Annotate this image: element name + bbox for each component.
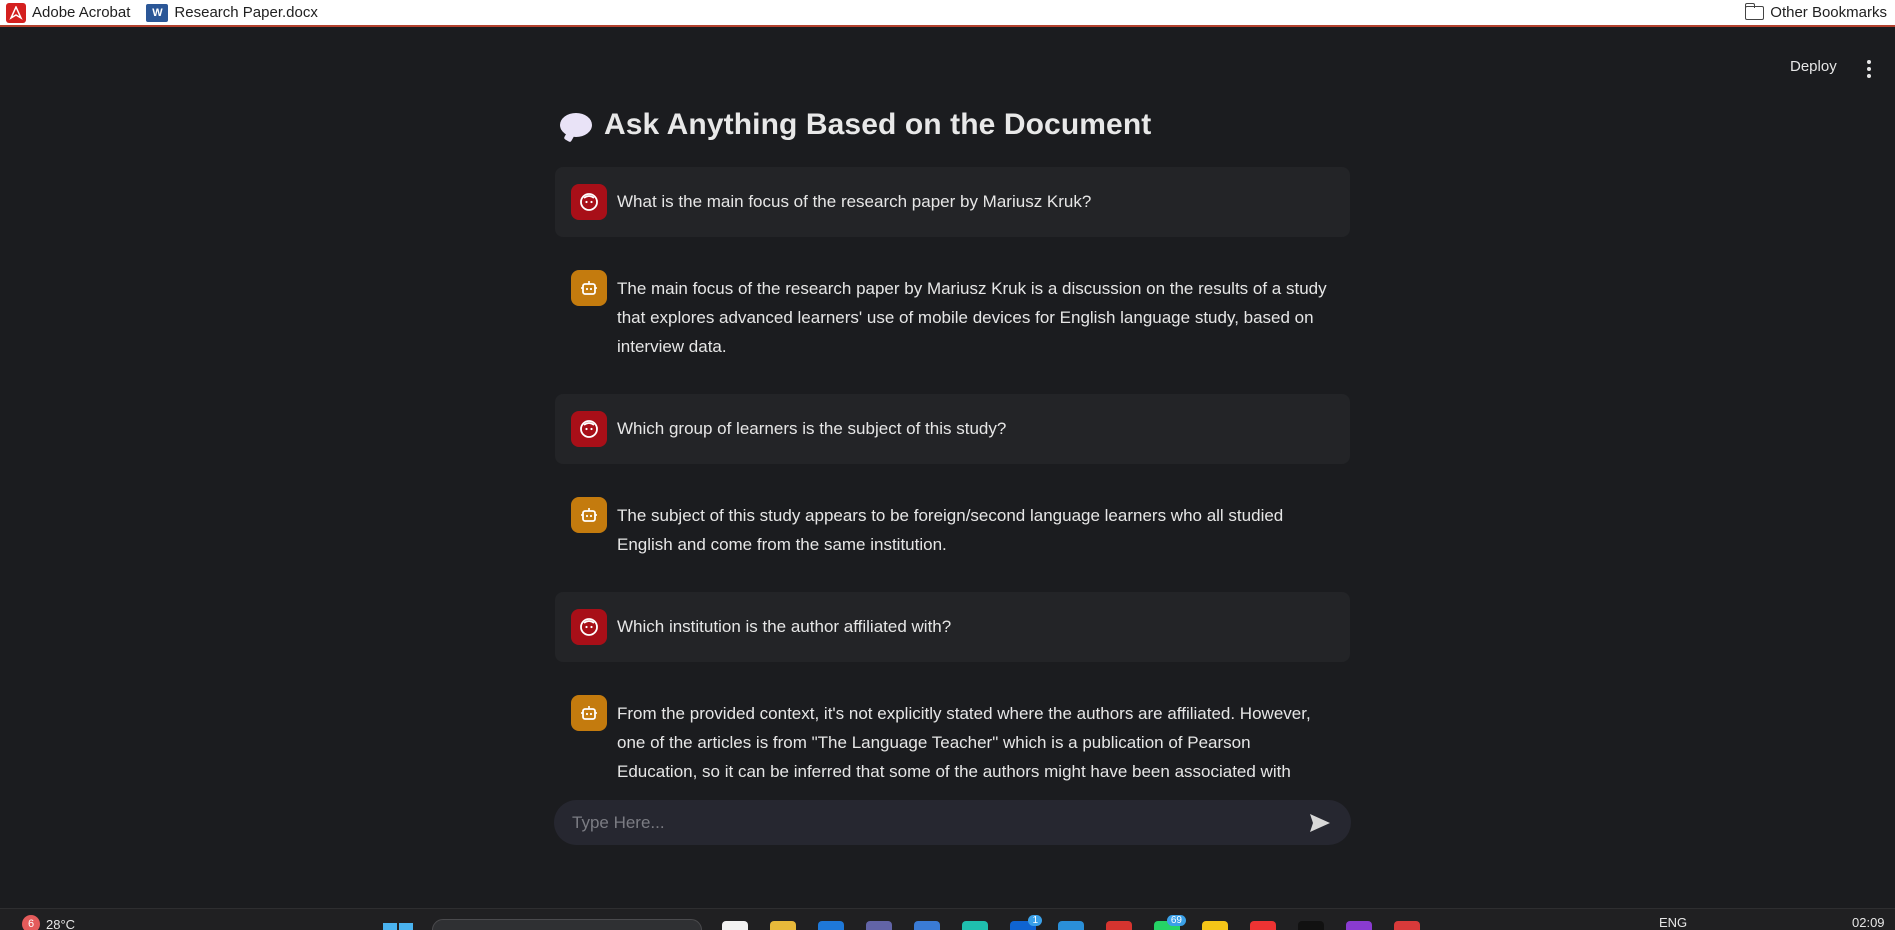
weather-widget[interactable]: 6 28°C — [22, 915, 75, 930]
kebab-menu-icon[interactable] — [1866, 60, 1872, 78]
whatsapp-badge: 69 — [1166, 915, 1186, 926]
taskbar-app-icon[interactable] — [722, 921, 748, 930]
windows-start-icon[interactable] — [383, 923, 413, 930]
whatsapp-icon[interactable]: 69 — [1154, 915, 1186, 930]
message-text: Which group of learners is the subject o… — [617, 419, 1007, 438]
store-icon[interactable] — [914, 921, 940, 930]
deploy-button[interactable]: Deploy — [1790, 58, 1837, 75]
user-avatar-icon — [571, 411, 607, 447]
weather-badge: 6 — [22, 915, 40, 930]
chat-message-user: What is the main focus of the research p… — [555, 167, 1350, 237]
word-doc-icon: W — [146, 3, 169, 22]
chat-history[interactable]: What is the main focus of the research p… — [555, 167, 1350, 782]
robot-avatar-icon — [571, 270, 607, 306]
bookmarks-bar: Adobe Acrobat W Research Paper.docx Othe… — [0, 0, 1895, 27]
adobe-acrobat-icon — [6, 2, 26, 23]
chrome-icon[interactable] — [1250, 921, 1276, 930]
app-purple-icon[interactable] — [1346, 921, 1372, 930]
user-avatar-icon — [571, 184, 607, 220]
outlook-badge: 1 — [1028, 915, 1042, 926]
chat-message-user: Which institution is the author affiliat… — [555, 592, 1350, 662]
page-title: Ask Anything Based on the Document — [560, 108, 1151, 142]
outlook-icon[interactable]: 1 — [1010, 915, 1042, 930]
bookmark-label: Research Paper.docx — [174, 4, 318, 21]
chat-message-assistant: From the provided context, it's not expl… — [555, 678, 1350, 782]
chat-message-assistant: The main focus of the research paper by … — [555, 253, 1350, 378]
message-text: Which institution is the author affiliat… — [617, 617, 952, 636]
temperature: 28°C — [46, 916, 76, 930]
message-text: The main focus of the research paper by … — [617, 279, 1327, 356]
terminal-icon[interactable] — [1298, 921, 1324, 930]
chat-message-assistant: The subject of this study appears to be … — [555, 480, 1350, 576]
bookmark-research-paper[interactable]: W Research Paper.docx — [138, 0, 325, 25]
clock[interactable]: 02:09 — [1852, 915, 1885, 930]
message-text: What is the main focus of the research p… — [617, 192, 1092, 211]
taskbar-search[interactable] — [432, 919, 702, 930]
chat-input-container — [554, 800, 1351, 845]
app-red-icon[interactable] — [1394, 921, 1420, 930]
chat-input[interactable] — [572, 812, 1307, 833]
taskbar-apps: 1 69 — [722, 915, 1420, 930]
teams-icon[interactable] — [866, 921, 892, 930]
bookmark-adobe-acrobat[interactable]: Adobe Acrobat — [0, 0, 138, 25]
message-text: The subject of this study appears to be … — [617, 506, 1284, 554]
folder-icon — [1744, 2, 1765, 20]
language-indicator[interactable]: ENG — [1659, 915, 1687, 930]
taskbar: 6 28°C 1 69 ENG 02:09 — [0, 908, 1895, 930]
edge-icon[interactable] — [818, 921, 844, 930]
mail-icon[interactable] — [1058, 921, 1084, 930]
send-icon[interactable] — [1307, 810, 1333, 836]
chat-app-icon[interactable] — [962, 921, 988, 930]
user-avatar-icon — [571, 609, 607, 645]
robot-avatar-icon — [571, 497, 607, 533]
chat-message-user: Which group of learners is the subject o… — [555, 394, 1350, 464]
robot-avatar-icon — [571, 695, 607, 731]
speech-bubble-icon — [560, 113, 592, 137]
gmail-icon[interactable] — [1106, 921, 1132, 930]
file-explorer-icon[interactable] — [770, 921, 796, 930]
sticky-notes-icon[interactable] — [1202, 921, 1228, 930]
bookmark-label: Adobe Acrobat — [32, 4, 131, 21]
bookmark-label: Other Bookmarks — [1770, 4, 1887, 21]
message-text: From the provided context, it's not expl… — [617, 704, 1311, 781]
page-title-text: Ask Anything Based on the Document — [604, 108, 1152, 141]
bookmark-other-bookmarks[interactable]: Other Bookmarks — [1737, 0, 1895, 25]
